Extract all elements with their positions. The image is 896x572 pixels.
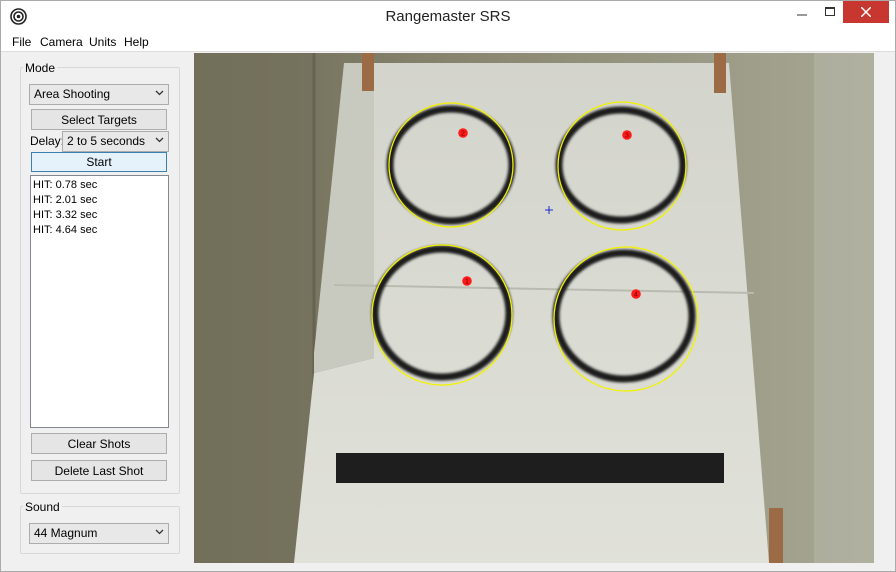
sound-label: Sound <box>23 500 62 514</box>
binder-clip <box>362 53 374 91</box>
chevron-down-icon <box>155 529 164 535</box>
delay-select[interactable]: 2 to 5 seconds <box>62 131 169 152</box>
start-button[interactable]: Start <box>31 152 167 172</box>
delay-select-value: 2 to 5 seconds <box>67 134 146 148</box>
window-title: Rangemaster SRS <box>385 8 511 25</box>
hit-marker-number: 3 <box>625 133 629 140</box>
clear-shots-button[interactable]: Clear Shots <box>31 433 167 454</box>
close-button[interactable] <box>843 1 889 23</box>
delay-label: Delay: <box>30 134 65 148</box>
minimize-button[interactable] <box>789 1 815 23</box>
minimize-icon <box>797 14 807 16</box>
door-panel <box>194 53 314 563</box>
menu-bar: File Camera Units Help <box>1 32 895 52</box>
list-item[interactable]: HIT: 0.78 sec <box>31 178 168 193</box>
close-icon <box>861 7 871 17</box>
maximize-icon <box>825 7 835 16</box>
menu-help[interactable]: Help <box>124 35 149 49</box>
chevron-down-icon <box>155 137 164 143</box>
title-bar: Rangemaster SRS <box>1 1 895 32</box>
menu-camera[interactable]: Camera <box>40 35 83 49</box>
delete-last-shot-button[interactable]: Delete Last Shot <box>31 460 167 481</box>
door-panel <box>814 53 874 563</box>
hit-marker: 1 <box>462 276 472 286</box>
app-window: Rangemaster SRS File Camera Units Help M… <box>0 0 896 572</box>
binder-clip <box>714 53 726 93</box>
hit-marker: 4 <box>631 289 641 299</box>
menu-file[interactable]: File <box>12 35 31 49</box>
mode-select[interactable]: Area Shooting <box>29 84 169 105</box>
sound-select-value: 44 Magnum <box>34 526 98 540</box>
sound-select[interactable]: 44 Magnum <box>29 523 169 544</box>
camera-feed: 2 3 1 4 <box>194 53 874 563</box>
hits-list[interactable]: HIT: 0.78 sec HIT: 2.01 sec HIT: 3.32 se… <box>30 175 169 428</box>
mode-label: Mode <box>23 61 58 75</box>
hit-marker: 3 <box>622 130 632 140</box>
maximize-button[interactable] <box>817 1 843 23</box>
hit-marker-number: 4 <box>634 292 638 299</box>
scrollbar[interactable] <box>874 53 895 563</box>
list-item[interactable]: HIT: 3.32 sec <box>31 208 168 223</box>
list-item[interactable]: HIT: 2.01 sec <box>31 193 168 208</box>
mode-select-value: Area Shooting <box>34 87 111 101</box>
hit-marker-number: 2 <box>461 131 465 138</box>
camera-view[interactable]: 2 3 1 4 <box>194 53 874 563</box>
select-targets-button[interactable]: Select Targets <box>31 109 167 130</box>
menu-units[interactable]: Units <box>89 35 116 49</box>
chevron-down-icon <box>155 90 164 96</box>
binder-clip <box>769 508 783 563</box>
hit-marker: 2 <box>458 128 468 138</box>
list-item[interactable]: HIT: 4.64 sec <box>31 223 168 238</box>
black-bar <box>336 453 724 483</box>
hit-marker-number: 1 <box>465 279 469 286</box>
